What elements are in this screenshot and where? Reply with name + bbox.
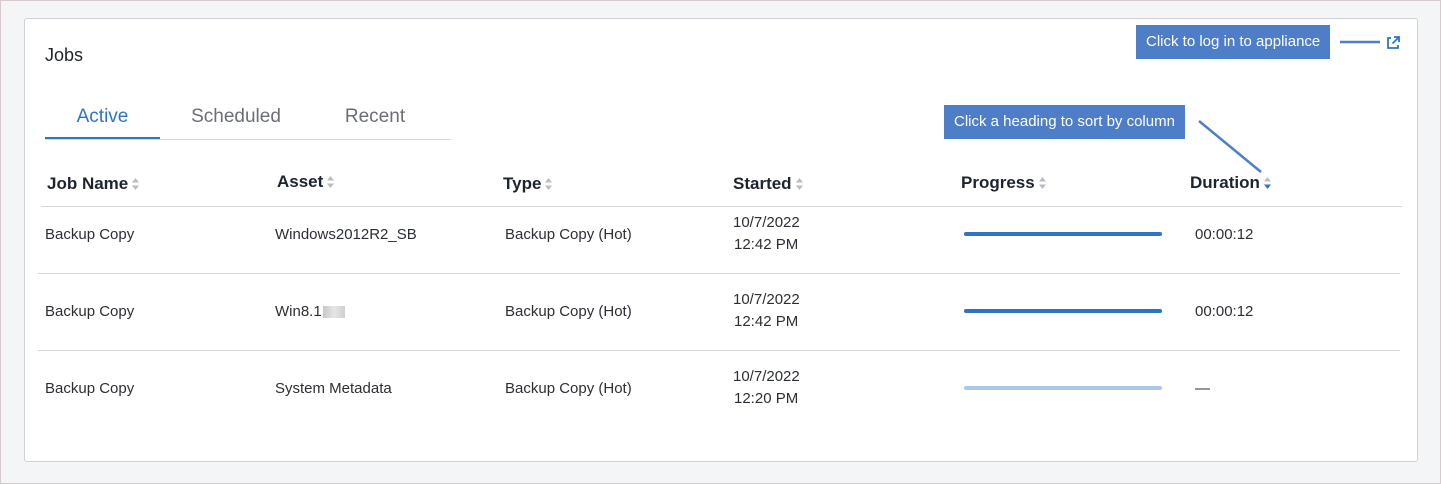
sort-descending-icon	[1263, 176, 1272, 190]
started-date: 10/7/2022	[733, 291, 800, 308]
external-link-icon[interactable]	[1385, 35, 1401, 51]
column-header-duration[interactable]: Duration	[1190, 173, 1272, 193]
job-name-cell: Backup Copy	[45, 380, 135, 397]
column-header-type[interactable]: Type	[503, 174, 553, 194]
started-cell: 10/7/2022 12:42 PM	[733, 289, 800, 333]
column-header-progress[interactable]: Progress	[961, 173, 1047, 193]
card-title: Jobs	[45, 45, 84, 65]
column-header-label: Duration	[1190, 173, 1260, 192]
asset-cell: System Metadata	[275, 380, 392, 397]
duration-cell: 00:00:12	[1195, 226, 1254, 243]
started-cell: 10/7/2022 12:20 PM	[733, 366, 800, 410]
column-header-label: Progress	[961, 173, 1035, 192]
asset-name: Win8.1	[275, 303, 322, 320]
column-header-asset[interactable]: Asset	[277, 172, 335, 192]
table-row[interactable]: Backup Copy Win8.1 Backup Copy (Hot) 10/…	[38, 274, 1400, 351]
progress-bar	[964, 386, 1162, 390]
jobs-card: Jobs Active Scheduled Recent Job Name As…	[24, 18, 1418, 462]
type-cell: Backup Copy (Hot)	[505, 226, 632, 243]
started-date: 10/7/2022	[733, 368, 800, 385]
job-tabs: Active Scheduled Recent	[45, 105, 451, 140]
sort-callout: Click a heading to sort by column	[944, 105, 1185, 139]
started-time: 12:42 PM	[734, 236, 799, 253]
column-header-job-name[interactable]: Job Name	[47, 174, 140, 194]
table-row[interactable]: Backup Copy System Metadata Backup Copy …	[38, 351, 1400, 427]
tab-scheduled[interactable]: Scheduled	[165, 105, 307, 138]
started-time: 12:20 PM	[734, 390, 799, 407]
started-cell: 10/7/2022 12:42 PM	[733, 212, 800, 256]
sort-icon	[131, 177, 140, 191]
column-header-label: Asset	[277, 172, 324, 191]
job-name-cell: Backup Copy	[45, 303, 135, 320]
type-cell: Backup Copy (Hot)	[505, 380, 632, 397]
sort-icon	[795, 177, 804, 191]
tab-active[interactable]: Active	[45, 105, 160, 139]
table-row[interactable]: Backup Copy Windows2012R2_SB Backup Copy…	[38, 197, 1400, 274]
duration-cell: 00:00:12	[1195, 303, 1254, 320]
duration-cell: —	[1195, 380, 1210, 397]
progress-bar	[964, 309, 1162, 313]
type-cell: Backup Copy (Hot)	[505, 303, 632, 320]
column-header-label: Job Name	[47, 174, 129, 193]
sort-icon	[544, 177, 553, 191]
started-time: 12:42 PM	[734, 313, 799, 330]
column-header-label: Started	[733, 174, 792, 193]
asset-cell: Win8.1	[275, 303, 345, 320]
sort-icon	[326, 175, 335, 189]
column-header-started[interactable]: Started	[733, 174, 804, 194]
job-name-cell: Backup Copy	[45, 226, 135, 243]
progress-bar-fill	[964, 309, 1162, 313]
login-callout: Click to log in to appliance	[1136, 25, 1331, 59]
redacted-blur	[322, 306, 345, 319]
progress-bar	[964, 232, 1162, 236]
started-date: 10/7/2022	[733, 214, 800, 231]
tab-recent[interactable]: Recent	[315, 105, 435, 138]
asset-cell: Windows2012R2_SB	[275, 226, 417, 243]
column-header-label: Type	[503, 174, 542, 193]
progress-bar-fill	[964, 232, 1162, 236]
sort-icon	[1038, 176, 1047, 190]
